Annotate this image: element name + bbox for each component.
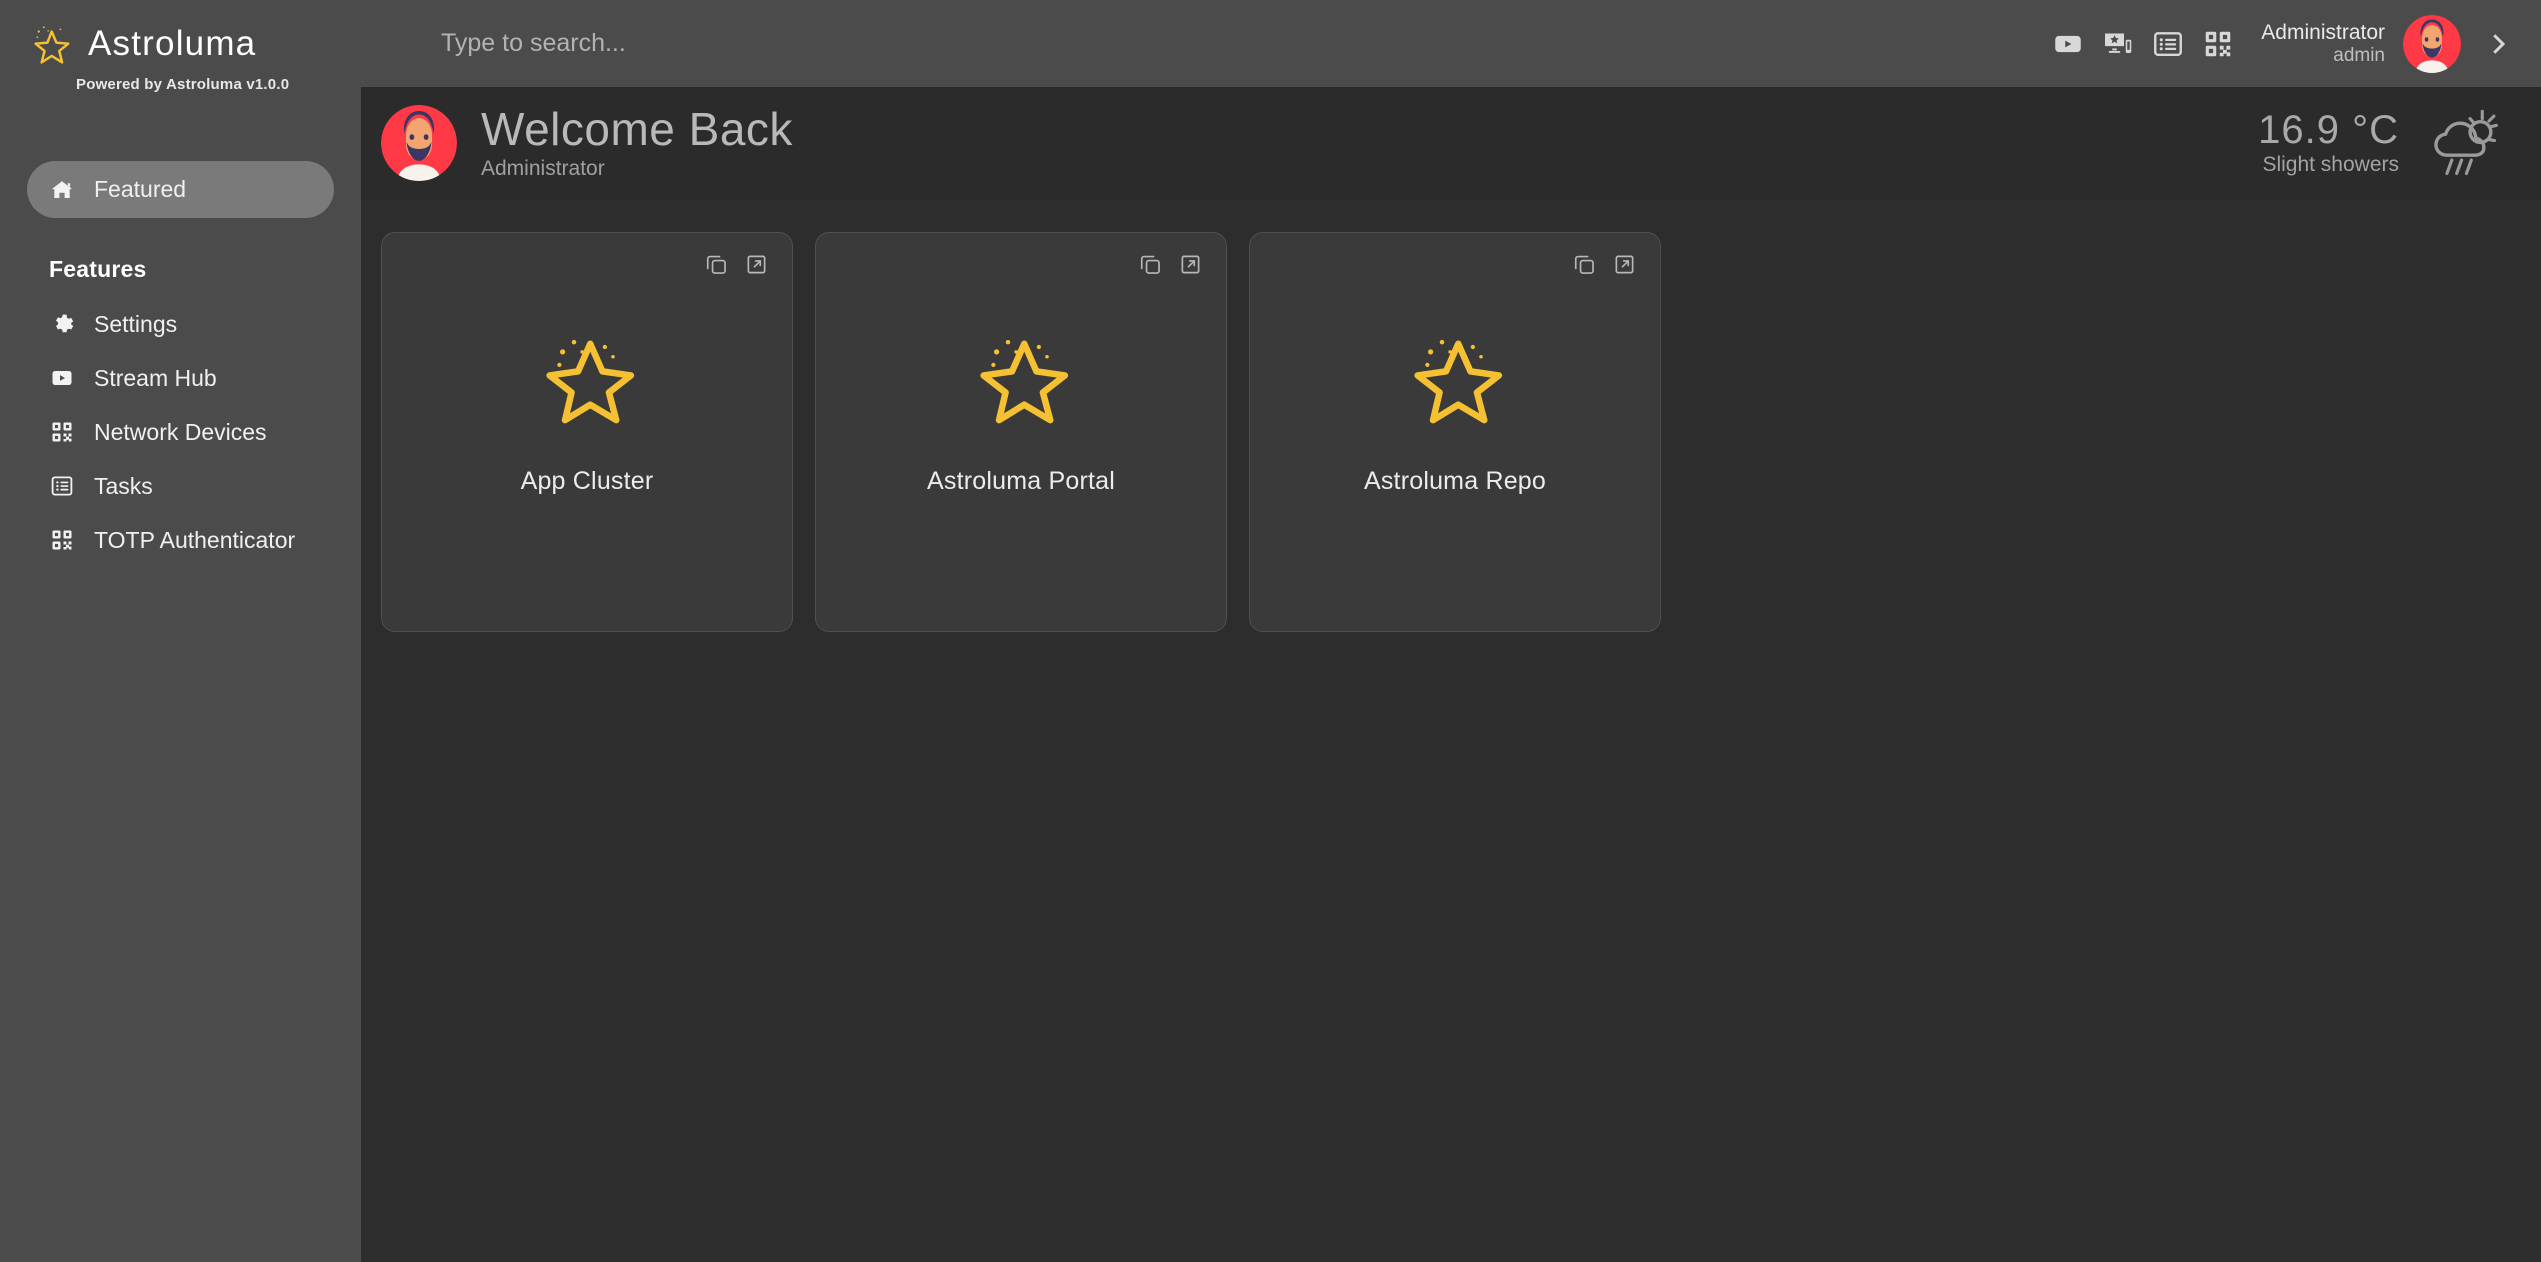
sidebar-nav: Featured Features Settings Stream Hub Ne… xyxy=(0,161,361,567)
header-right-group: Administrator admin xyxy=(2051,14,2513,73)
sidebar: Astroluma Powered by Astroluma v1.0.0 Fe… xyxy=(0,0,361,1262)
header-user-role: admin xyxy=(2333,44,2385,66)
sidebar-item-label: Tasks xyxy=(94,472,153,499)
screen-cast-star-icon[interactable] xyxy=(2101,27,2135,61)
sidebar-item-label: Network Devices xyxy=(94,418,267,445)
avatar xyxy=(381,104,457,181)
list-box-icon xyxy=(49,473,75,499)
sidebar-item-settings[interactable]: Settings xyxy=(27,297,334,351)
sparkle-star-icon xyxy=(535,321,639,425)
card-actions xyxy=(1137,251,1204,278)
app-card[interactable]: Astroluma Repo xyxy=(1249,232,1661,632)
card-title: App Cluster xyxy=(520,467,654,495)
sidebar-item-tasks[interactable]: Tasks xyxy=(27,459,334,513)
weather-widget: 16.9 °C Slight showers xyxy=(2258,104,2503,182)
app-card[interactable]: Astroluma Portal xyxy=(815,232,1227,632)
card-actions xyxy=(1571,251,1638,278)
weather-temperature: 16.9 °C xyxy=(2258,108,2399,152)
copy-icon[interactable] xyxy=(1137,251,1164,278)
brand-block[interactable]: Astroluma Powered by Astroluma v1.0.0 xyxy=(0,0,361,93)
welcome-subtitle: Administrator xyxy=(481,157,605,181)
sidebar-item-label: TOTP Authenticator xyxy=(94,526,296,553)
header-user-block[interactable]: Administrator admin xyxy=(2261,21,2385,67)
sparkle-star-icon xyxy=(28,20,74,66)
home-icon xyxy=(49,177,75,203)
list-view-icon[interactable] xyxy=(2151,27,2185,61)
sparkle-star-icon xyxy=(969,321,1073,425)
play-box-icon xyxy=(49,365,75,391)
weather-description: Slight showers xyxy=(2262,153,2399,176)
brand-name: Astroluma xyxy=(88,23,257,63)
sidebar-item-label: Stream Hub xyxy=(94,364,217,391)
sidebar-section-title: Features xyxy=(49,256,147,282)
brand-row: Astroluma xyxy=(28,20,361,66)
header-icon-group xyxy=(2051,27,2235,61)
qr-code-icon[interactable] xyxy=(2201,27,2235,61)
welcome-text-group: Welcome Back Administrator xyxy=(481,105,793,181)
sidebar-item-network-devices[interactable]: Network Devices xyxy=(27,405,334,459)
card-title: Astroluma Portal xyxy=(927,467,1115,495)
qr-code-icon xyxy=(49,419,75,445)
external-link-icon[interactable] xyxy=(1611,251,1638,278)
welcome-banner: Welcome Back Administrator 16.9 °C Sligh… xyxy=(361,87,2541,199)
header-user-name: Administrator xyxy=(2261,20,2385,44)
featured-cards-grid: App Cluster Astroluma Portal Astroluma R… xyxy=(381,232,1661,632)
sidebar-item-featured[interactable]: Featured xyxy=(27,161,334,218)
sidebar-item-stream-hub[interactable]: Stream Hub xyxy=(27,351,334,405)
welcome-left-group: Welcome Back Administrator xyxy=(381,105,793,181)
sidebar-item-label: Settings xyxy=(94,310,178,337)
copy-icon[interactable] xyxy=(703,251,730,278)
play-video-icon[interactable] xyxy=(2051,27,2085,61)
qr-code-icon xyxy=(49,527,75,553)
external-link-icon[interactable] xyxy=(743,251,770,278)
sparkle-star-icon xyxy=(1403,321,1507,425)
main-content: Administrator admin xyxy=(361,0,2541,1262)
external-link-icon[interactable] xyxy=(1177,251,1204,278)
card-title: Astroluma Repo xyxy=(1363,467,1547,495)
app-root: Astroluma Powered by Astroluma v1.0.0 Fe… xyxy=(0,0,2541,1262)
sun-cloud-rain-icon xyxy=(2425,104,2503,182)
chevron-right-icon[interactable] xyxy=(2483,29,2513,59)
avatar[interactable] xyxy=(2403,14,2461,73)
weather-text-group: 16.9 °C Slight showers xyxy=(2258,109,2399,177)
page-title: Welcome Back xyxy=(481,102,793,155)
search-input[interactable] xyxy=(441,18,2052,69)
gear-icon xyxy=(49,311,75,337)
brand-tagline: Powered by Astroluma v1.0.0 xyxy=(76,76,290,93)
sidebar-item-label: Featured xyxy=(94,176,187,202)
top-header: Administrator admin xyxy=(361,0,2541,87)
card-actions xyxy=(703,251,770,278)
app-card[interactable]: App Cluster xyxy=(381,232,793,632)
sidebar-item-totp-authenticator[interactable]: TOTP Authenticator xyxy=(27,513,334,567)
sidebar-feature-list: Settings Stream Hub Network Devices Task… xyxy=(27,297,334,567)
copy-icon[interactable] xyxy=(1571,251,1598,278)
